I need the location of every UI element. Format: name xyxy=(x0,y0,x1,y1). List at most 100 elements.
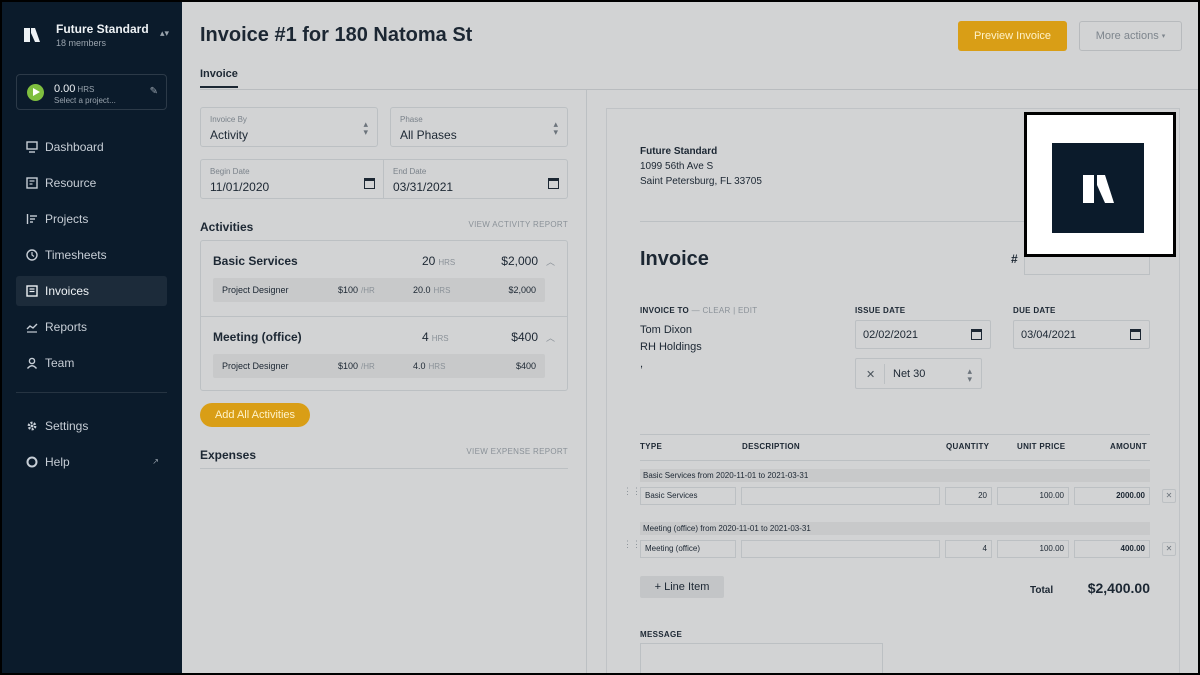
clear-edit-links[interactable]: — CLEAR | EDIT xyxy=(692,306,758,315)
timer-hours: 0.00 HRS xyxy=(54,83,95,95)
line-item-quantity-input[interactable]: 20 xyxy=(945,487,992,505)
sidebar-item-label: Invoices xyxy=(45,284,90,298)
person-icon xyxy=(25,356,39,370)
column-unit-price: UNIT PRICE xyxy=(1017,442,1066,451)
line-item-amount-input[interactable]: 400.00 xyxy=(1074,540,1150,558)
issue-date-label: ISSUE DATE xyxy=(855,306,906,315)
drag-handle-icon[interactable]: ⋮⋮ xyxy=(623,487,641,496)
total-label: Total xyxy=(1030,585,1054,596)
help-icon xyxy=(25,455,39,469)
sidebar-item-label: Resource xyxy=(45,176,97,190)
activity-amount: $2,000 xyxy=(501,254,538,268)
expenses-divider xyxy=(200,468,568,469)
table-top-border xyxy=(640,434,1150,435)
calendar-icon[interactable] xyxy=(971,329,982,340)
client-address: , xyxy=(640,358,644,370)
activity-name: Meeting (office) xyxy=(213,330,302,344)
page-title: Invoice #1 for 180 Natoma St xyxy=(200,24,473,46)
calendar-icon[interactable] xyxy=(548,178,559,189)
payment-terms-select[interactable]: ✕ Net 30 ▴ ▾ xyxy=(855,358,982,389)
sidebar-divider xyxy=(16,392,167,393)
activity-basic-services[interactable]: Basic Services 20 HRS $2,000 ︿ Project De… xyxy=(201,241,567,316)
activity-meeting-office[interactable]: Meeting (office) 4 HRS $400 ︿ Project Des… xyxy=(201,316,567,391)
preview-invoice-button[interactable]: Preview Invoice xyxy=(958,21,1067,51)
company-address-line1: 1099 56th Ave S xyxy=(640,161,714,172)
gear-icon xyxy=(25,419,39,433)
sidebar-item-invoices[interactable]: Invoices xyxy=(16,276,167,306)
payment-terms-value: Net 30 xyxy=(893,368,926,380)
column-type: TYPE xyxy=(640,442,663,451)
add-line-item-button[interactable]: + Line Item xyxy=(640,576,724,598)
calendar-icon[interactable] xyxy=(1130,329,1141,340)
company-logo[interactable] xyxy=(1024,112,1176,257)
invoice-by-select[interactable]: Invoice By Activity ▴ ▾ xyxy=(200,107,378,147)
issue-date-value: 02/02/2021 xyxy=(863,329,919,341)
activity-role-row[interactable]: Project Designer $100/HR 20.0 HRS $2,000 xyxy=(213,278,545,302)
line-item-quantity-input[interactable]: 4 xyxy=(945,540,992,558)
sidebar-item-timesheets[interactable]: Timesheets xyxy=(16,240,167,270)
calendar-icon[interactable] xyxy=(364,178,375,189)
end-date-field[interactable]: End Date 03/31/2021 xyxy=(383,159,568,199)
role-amount: $2,000 xyxy=(508,285,536,295)
timer-widget[interactable]: 0.00 HRS Select a project... ✎ xyxy=(16,74,167,110)
chevron-up-icon[interactable]: ︿ xyxy=(546,255,555,268)
add-all-activities-button[interactable]: Add All Activities xyxy=(200,403,310,427)
sidebar: Future Standard 18 members ▴▾ 0.00 HRS Se… xyxy=(2,2,182,673)
line-item-unit-price-input[interactable]: 100.00 xyxy=(997,487,1069,505)
play-icon[interactable] xyxy=(27,84,44,101)
company-address: Future Standard 1099 56th Ave S Saint Pe… xyxy=(640,144,762,189)
line-item-unit-price-input[interactable]: 100.00 xyxy=(997,540,1069,558)
line-item-description-input[interactable] xyxy=(741,540,940,558)
begin-date-field[interactable]: Begin Date 11/01/2020 xyxy=(200,159,384,199)
sidebar-item-projects[interactable]: Projects xyxy=(16,204,167,234)
chevron-down-icon: ▾ xyxy=(1161,33,1166,40)
due-date-value: 03/04/2021 xyxy=(1021,329,1077,341)
tab-invoice[interactable]: Invoice xyxy=(200,68,238,88)
monitor-icon xyxy=(25,140,39,154)
total-value: $2,400.00 xyxy=(1087,580,1150,596)
sidebar-nav: Dashboard Resource Projects Timesheets I… xyxy=(16,132,167,483)
sidebar-item-label: Settings xyxy=(45,419,89,433)
end-date-value: 03/31/2021 xyxy=(393,180,454,194)
line-item-caption: Basic Services from 2020-11-01 to 2021-0… xyxy=(640,469,1150,482)
due-date-input[interactable]: 03/04/2021 xyxy=(1013,320,1150,349)
sidebar-item-team[interactable]: Team xyxy=(16,348,167,378)
issue-date-input[interactable]: 02/02/2021 xyxy=(855,320,991,349)
sidebar-item-settings[interactable]: Settings xyxy=(16,411,167,441)
more-actions-button[interactable]: More actions ▾ xyxy=(1079,21,1182,51)
view-expense-report-link[interactable]: VIEW EXPENSE REPORT xyxy=(466,447,568,456)
invoice-by-value: Activity xyxy=(210,128,249,142)
line-item-amount-input[interactable]: 2000.00 xyxy=(1074,487,1150,505)
org-switcher[interactable]: Future Standard 18 members ▴▾ xyxy=(16,18,171,54)
close-icon[interactable]: ✕ xyxy=(866,368,875,381)
invoice-document: Future Standard 1099 56th Ave S Saint Pe… xyxy=(606,108,1180,673)
phase-label: Phase xyxy=(400,115,423,124)
clock-icon xyxy=(25,248,39,262)
client-name: Tom Dixon xyxy=(640,324,692,336)
external-link-icon: ↗ xyxy=(152,457,159,466)
org-members: 18 members xyxy=(56,38,107,48)
edit-icon[interactable]: ✎ xyxy=(150,86,158,97)
resource-icon xyxy=(25,176,39,190)
activity-hours: 4 HRS xyxy=(422,330,449,344)
phase-select[interactable]: Phase All Phases ▴ ▾ xyxy=(390,107,568,147)
message-input[interactable] xyxy=(640,643,883,673)
sidebar-item-resource[interactable]: Resource xyxy=(16,168,167,198)
sidebar-item-label: Team xyxy=(45,356,75,370)
activity-role-row[interactable]: Project Designer $100/HR 4.0 HRS $400 xyxy=(213,354,545,378)
drag-handle-icon[interactable]: ⋮⋮ xyxy=(623,540,641,549)
view-activity-report-link[interactable]: VIEW ACTIVITY REPORT xyxy=(469,220,569,229)
sidebar-item-label: Projects xyxy=(45,212,89,226)
sidebar-item-reports[interactable]: Reports xyxy=(16,312,167,342)
role-name: Project Designer xyxy=(222,285,289,295)
remove-line-item-icon[interactable]: ✕ xyxy=(1162,489,1176,503)
line-item-description-input[interactable] xyxy=(741,487,940,505)
sidebar-item-dashboard[interactable]: Dashboard xyxy=(16,132,167,162)
sidebar-item-help[interactable]: Help ↗ xyxy=(16,447,167,477)
line-item-type-input[interactable]: Basic Services xyxy=(640,487,736,505)
remove-line-item-icon[interactable]: ✕ xyxy=(1162,542,1176,556)
main-content: Invoice #1 for 180 Natoma St Preview Inv… xyxy=(182,2,1198,673)
line-item-type-input[interactable]: Meeting (office) xyxy=(640,540,736,558)
chevron-up-icon[interactable]: ︿ xyxy=(546,331,555,344)
due-date-label: DUE DATE xyxy=(1013,306,1056,315)
